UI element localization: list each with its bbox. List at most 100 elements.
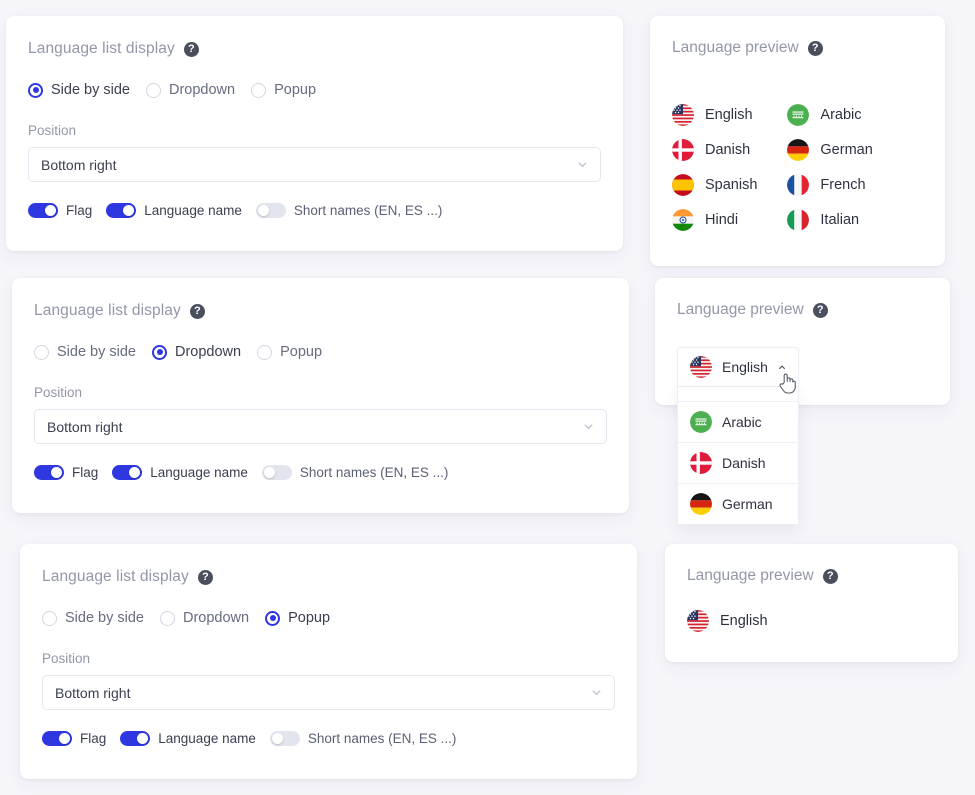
question-mark-icon[interactable]: ? — [197, 569, 213, 585]
radio-label: Dropdown — [183, 610, 250, 626]
popup-language-item-english[interactable]: English — [687, 610, 940, 632]
toggle-label: Flag — [66, 203, 93, 218]
question-mark-icon[interactable]: ? — [822, 568, 838, 584]
language-dropdown-trigger[interactable]: English — [677, 347, 799, 387]
radio-label: Popup — [274, 82, 317, 98]
position-select-1[interactable]: Bottom right — [28, 147, 601, 182]
question-mark-icon[interactable]: ? — [812, 302, 828, 318]
language-name: Danish — [722, 455, 766, 471]
toggle-label: Language name — [144, 203, 242, 218]
radio-option-popup-2[interactable]: Popup — [257, 344, 322, 360]
question-mark-icon[interactable]: ? — [183, 41, 199, 57]
language-item-french[interactable]: French — [787, 174, 872, 196]
toggle-label: Flag — [80, 731, 107, 746]
toggle-switch-icon — [106, 203, 137, 218]
dropdown-option-german[interactable]: German — [678, 483, 798, 524]
radio-option-dropdown-3[interactable]: Dropdown — [160, 610, 249, 626]
settings-title-text-3: Language list display — [42, 568, 189, 585]
toggle-language-name-2[interactable]: Language name — [112, 465, 248, 480]
language-item-italian[interactable]: Italian — [787, 209, 872, 231]
dropdown-list-spacer — [678, 387, 798, 401]
toggle-label: Short names (EN, ES ...) — [307, 731, 457, 746]
language-name: Arabic — [820, 107, 862, 123]
language-item-english[interactable]: English — [672, 104, 757, 126]
toggle-switch-icon — [269, 731, 300, 746]
language-item-spanish[interactable]: Spanish — [672, 174, 757, 196]
radio-mark-icon — [28, 82, 43, 98]
radio-label: Dropdown — [169, 82, 236, 98]
language-item-hindi[interactable]: Hindi — [672, 209, 757, 231]
radio-option-popup-1[interactable]: Popup — [251, 82, 316, 98]
language-dropdown-widget: English Arabic Danish German — [677, 347, 799, 525]
radio-mark-icon — [146, 82, 161, 98]
flag-icon-sa — [690, 411, 712, 433]
preview-card-title-1: Language preview ? — [672, 39, 927, 57]
settings-card-title-2: Language list display ? — [34, 302, 607, 320]
flag-icon-dk — [690, 452, 712, 474]
radio-label: Popup — [280, 344, 323, 360]
position-select-value: Bottom right — [41, 156, 117, 173]
settings-card-popup: Language list display ? Side by side Dro… — [20, 544, 637, 779]
toggle-switch-icon — [42, 731, 72, 746]
radio-option-popup-3[interactable]: Popup — [265, 610, 330, 626]
radio-mark-icon — [152, 344, 167, 360]
preview-card-popup: Language preview ? English — [665, 544, 958, 662]
toggle-switch-icon — [261, 465, 292, 480]
toggle-short-names-3[interactable]: Short names (EN, ES ...) — [269, 731, 457, 746]
toggle-short-names-2[interactable]: Short names (EN, ES ...) — [261, 465, 449, 480]
question-mark-icon[interactable]: ? — [807, 40, 823, 56]
radio-option-side-by-side-2[interactable]: Side by side — [34, 344, 136, 360]
radio-option-side-by-side-1[interactable]: Side by side — [28, 82, 130, 98]
settings-card-side-by-side: Language list display ? Side by side Dro… — [6, 16, 623, 251]
dropdown-option-danish[interactable]: Danish — [678, 442, 798, 483]
radio-option-dropdown-1[interactable]: Dropdown — [146, 82, 235, 98]
toggle-label: Short names (EN, ES ...) — [293, 203, 443, 218]
flag-icon-sa — [787, 104, 810, 126]
flag-icon-fr — [787, 174, 810, 196]
radio-option-side-by-side-3[interactable]: Side by side — [42, 610, 144, 626]
toggle-switch-icon — [120, 731, 151, 746]
language-name: Spanish — [705, 177, 758, 193]
language-item-german[interactable]: German — [787, 139, 873, 161]
language-name: French — [820, 177, 866, 193]
radio-option-dropdown-2[interactable]: Dropdown — [152, 344, 241, 360]
language-dropdown-value: English — [722, 359, 768, 375]
radio-mark-icon — [42, 610, 57, 626]
language-name: German — [820, 142, 873, 158]
flag-icon-it — [787, 209, 810, 231]
position-select-3[interactable]: Bottom right — [42, 675, 615, 710]
question-mark-icon[interactable]: ? — [189, 303, 205, 319]
settings-card-title-3: Language list display ? — [42, 568, 615, 586]
toggle-switch-icon — [255, 203, 286, 218]
toggle-label: Short names (EN, ES ...) — [299, 465, 449, 480]
radio-label: Dropdown — [175, 344, 242, 360]
flag-icon-in — [672, 209, 694, 231]
chevron-down-icon — [584, 424, 593, 430]
preview-title-text-1: Language preview — [672, 39, 799, 56]
toggle-flag-3[interactable]: Flag — [42, 731, 106, 746]
language-name: Danish — [705, 142, 751, 158]
language-column-left: English Danish Spanish Hindi — [672, 104, 757, 231]
language-item-danish[interactable]: Danish — [672, 139, 757, 161]
language-dropdown-list: Arabic Danish German — [677, 387, 799, 525]
display-toggles-3: Flag Language name Short names (EN, ES .… — [42, 731, 615, 746]
flag-icon-dk — [672, 139, 694, 161]
toggle-short-names-1[interactable]: Short names (EN, ES ...) — [255, 203, 443, 218]
flag-icon-es — [672, 174, 694, 196]
display-mode-radio-group-1: Side by side Dropdown Popup — [28, 82, 601, 98]
toggle-language-name-3[interactable]: Language name — [120, 731, 256, 746]
preview-card-title-2: Language preview ? — [677, 301, 932, 319]
display-mode-radio-group-3: Side by side Dropdown Popup — [42, 610, 615, 626]
radio-mark-icon — [160, 610, 175, 626]
position-select-2[interactable]: Bottom right — [34, 409, 607, 444]
toggle-label: Language name — [158, 731, 256, 746]
toggle-language-name-1[interactable]: Language name — [106, 203, 242, 218]
position-field-label-1: Position — [28, 123, 77, 138]
dropdown-option-arabic[interactable]: Arabic — [678, 401, 798, 442]
language-item-arabic[interactable]: Arabic — [787, 104, 872, 126]
toggle-flag-1[interactable]: Flag — [28, 203, 92, 218]
toggle-label: Flag — [72, 465, 99, 480]
toggle-flag-2[interactable]: Flag — [34, 465, 98, 480]
chevron-up-icon — [779, 365, 785, 369]
language-name: Hindi — [705, 212, 739, 228]
